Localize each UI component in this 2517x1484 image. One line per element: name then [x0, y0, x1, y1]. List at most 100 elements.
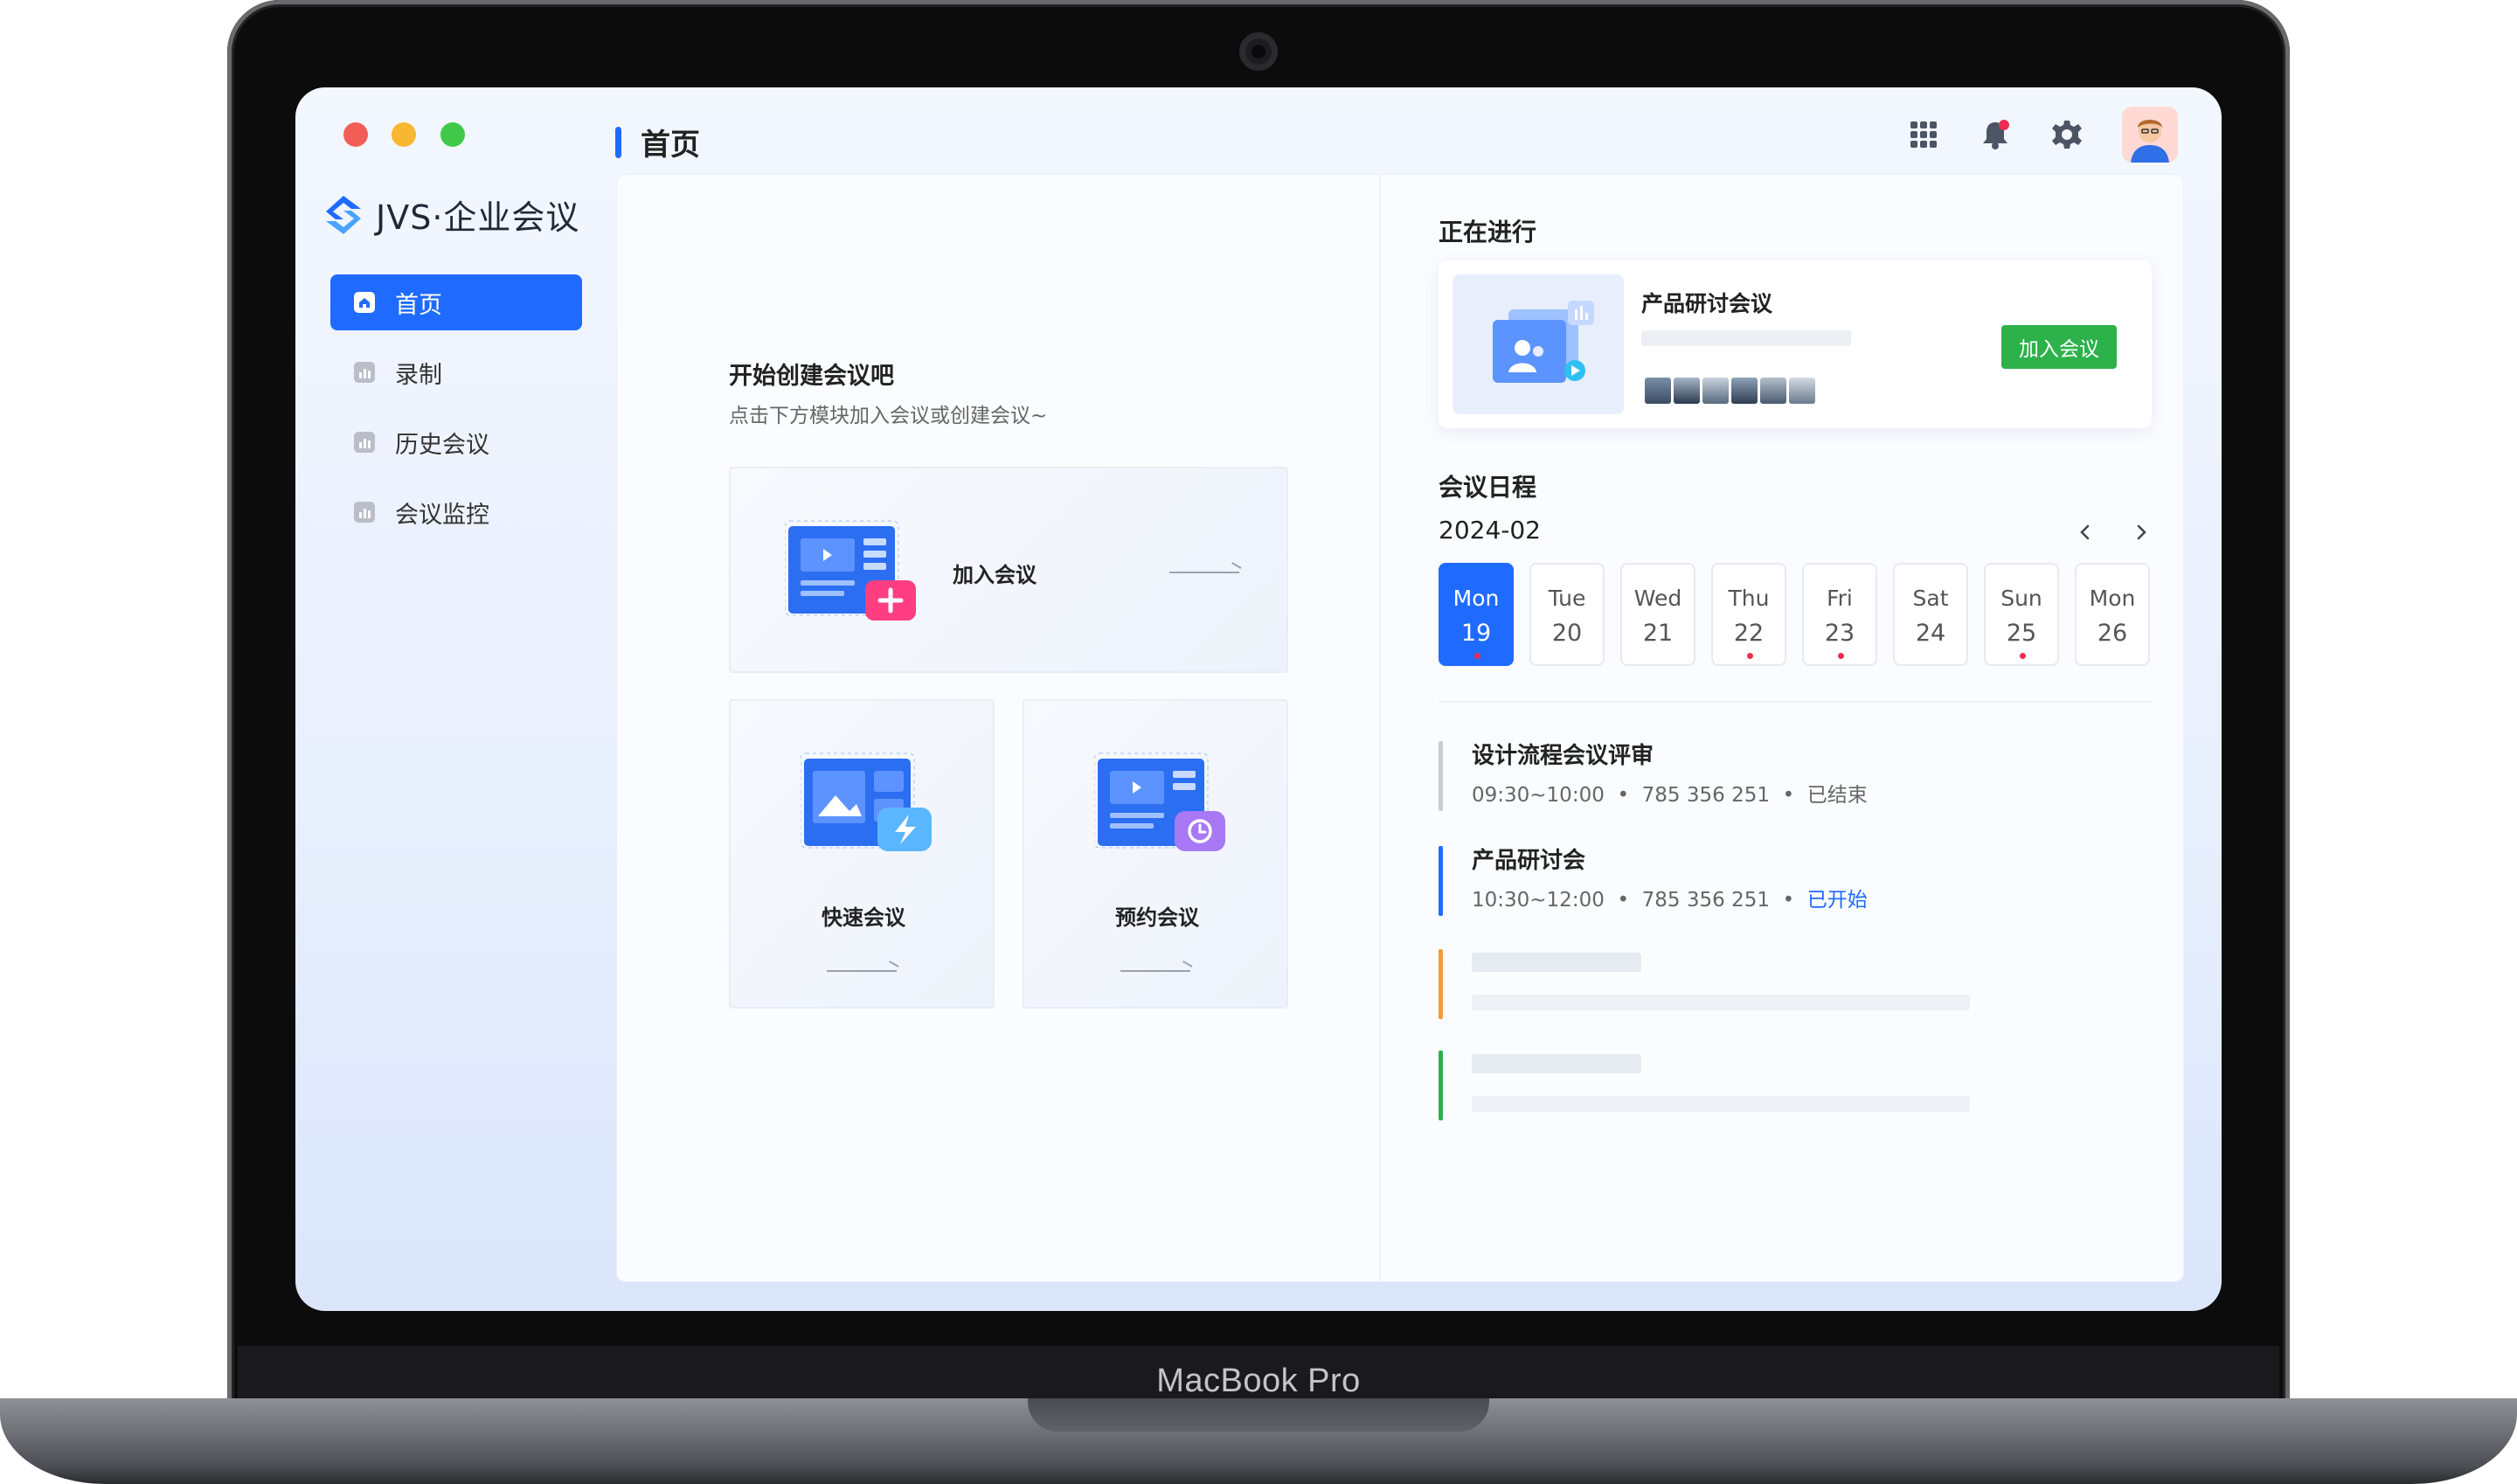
home-icon — [354, 292, 375, 313]
chevron-left-icon[interactable] — [2075, 519, 2096, 545]
book-meeting-card[interactable]: 预约会议 — [1023, 699, 1288, 1009]
bar-chart-icon — [354, 432, 375, 453]
quick-meeting-card[interactable]: 快速会议 — [729, 699, 995, 1009]
start-title: 开始创建会议吧 — [729, 363, 894, 390]
date-item[interactable]: Sun 25 — [1984, 563, 2059, 666]
laptop-notch — [1028, 1398, 1489, 1432]
event-title: 产品研讨会 — [1472, 848, 1586, 874]
day-number: 20 — [1551, 620, 1583, 647]
date-item[interactable]: Thu 22 — [1711, 563, 1786, 666]
arrow-right-icon — [1169, 572, 1239, 573]
participant-avatar — [1702, 378, 1729, 404]
event-meta: 09:30~10:00 • 785 356 251 • 已结束 — [1472, 784, 1868, 807]
day-name: Mon — [2089, 586, 2136, 611]
date-item[interactable]: Wed 21 — [1620, 563, 1695, 666]
meeting-info-placeholder — [1641, 330, 1851, 346]
start-subtitle: 点击下方模块加入会议或创建会议~ — [729, 405, 1048, 427]
date-item[interactable]: Mon 19 — [1439, 563, 1514, 666]
user-avatar-icon — [2122, 107, 2178, 163]
chevron-right-icon[interactable] — [2131, 519, 2152, 545]
event-color-bar — [1439, 949, 1443, 1019]
event-title: 设计流程会议评审 — [1472, 743, 1654, 769]
join-meeting-card[interactable]: 加入会议 — [729, 467, 1288, 673]
sidebar-item-monitor[interactable]: 会议监控 — [330, 484, 582, 540]
date-item[interactable]: Mon 26 — [2075, 563, 2150, 666]
event-meta: 10:30~12:00 • 785 356 251 • 已开始 — [1472, 889, 1868, 912]
title-accent — [615, 126, 621, 158]
schedule-event-placeholder — [1439, 949, 2152, 1019]
event-dot — [1838, 653, 1844, 659]
date-item[interactable]: Fri 23 — [1802, 563, 1877, 666]
quick-meeting-label: 快速会议 — [822, 905, 905, 930]
schedule-divider — [1439, 701, 2152, 703]
day-name: Tue — [1548, 586, 1586, 611]
arrow-right-icon — [1120, 970, 1190, 972]
jvs-logo-icon — [326, 195, 361, 234]
day-number: 22 — [1733, 620, 1765, 647]
meeting-thumbnail — [1453, 274, 1624, 414]
sidebar-item-home[interactable]: 首页 — [330, 274, 582, 330]
schedule-title: 会议日程 — [1439, 473, 1537, 502]
day-number: 21 — [1642, 620, 1674, 647]
event-color-bar — [1439, 1051, 1443, 1120]
join-meeting-button[interactable]: 加入会议 — [2001, 325, 2117, 369]
page-title: 首页 — [641, 128, 700, 163]
participant-avatar — [1674, 378, 1700, 404]
event-status: 已结束 — [1806, 784, 1868, 807]
event-dot — [1474, 653, 1480, 659]
bar-chart-icon — [354, 362, 375, 383]
window-maximize-button[interactable] — [440, 122, 465, 147]
participant-avatars — [1645, 378, 1818, 404]
join-meeting-label: 加入会议 — [953, 563, 1037, 587]
sidebar-item-recording[interactable]: 录制 — [330, 344, 582, 400]
ongoing-meeting-card: 产品研讨会议 加入会议 — [1439, 260, 2152, 428]
avatar[interactable] — [2122, 107, 2178, 163]
event-color-bar — [1439, 741, 1443, 811]
sidebar-item-label: 会议监控 — [395, 501, 489, 529]
sidebar-item-history[interactable]: 历史会议 — [330, 414, 582, 470]
column-divider — [1379, 175, 1381, 1281]
schedule-event[interactable]: 设计流程会议评审 09:30~10:00 • 785 356 251 • 已结束 — [1439, 741, 2152, 811]
ongoing-title: 正在进行 — [1439, 218, 1537, 246]
event-id: 785 356 251 — [1641, 889, 1770, 912]
skeleton-line — [1472, 995, 1970, 1010]
event-time: 10:30~12:00 — [1472, 889, 1605, 912]
video-conference-icon — [1493, 301, 1594, 383]
event-id: 785 356 251 — [1641, 784, 1770, 807]
participant-avatar — [1789, 378, 1815, 404]
day-name: Mon — [1453, 586, 1500, 611]
app-logo: JVS·企业会议 — [322, 191, 579, 239]
arrow-right-icon — [827, 970, 897, 972]
page-header: 首页 — [615, 121, 700, 163]
day-number: 25 — [2006, 620, 2037, 647]
date-item[interactable]: Sat 24 — [1893, 563, 1968, 666]
camera-icon — [1239, 32, 1278, 71]
skeleton-line — [1472, 1054, 1641, 1073]
day-name: Sat — [1912, 586, 1949, 611]
bell-icon[interactable] — [1979, 118, 2012, 151]
ongoing-meeting-name: 产品研讨会议 — [1641, 291, 1773, 316]
gear-icon[interactable] — [2050, 118, 2084, 151]
participant-avatar — [1760, 378, 1786, 404]
event-color-bar — [1439, 846, 1443, 916]
event-dot — [1747, 653, 1753, 659]
schedule-event-placeholder — [1439, 1051, 2152, 1120]
schedule-month: 2024-02 — [1439, 516, 1541, 544]
participant-avatar — [1645, 378, 1671, 404]
device-label: MacBook Pro — [1156, 1362, 1361, 1399]
apps-grid-icon[interactable] — [1907, 118, 1940, 151]
date-item[interactable]: Tue 20 — [1529, 563, 1605, 666]
window-minimize-button[interactable] — [392, 122, 416, 147]
day-name: Sun — [2000, 586, 2042, 611]
day-name: Wed — [1633, 586, 1682, 611]
top-toolbar — [1907, 107, 2178, 163]
schedule-event[interactable]: 产品研讨会 10:30~12:00 • 785 356 251 • 已开始 — [1439, 846, 2152, 916]
event-dot — [2020, 653, 2026, 659]
day-number: 26 — [2097, 620, 2128, 647]
window-close-button[interactable] — [343, 122, 368, 147]
join-meeting-icon — [785, 520, 916, 621]
day-name: Thu — [1728, 586, 1770, 611]
day-number: 24 — [1915, 620, 1946, 647]
skeleton-line — [1472, 953, 1641, 972]
day-number: 19 — [1460, 620, 1492, 647]
